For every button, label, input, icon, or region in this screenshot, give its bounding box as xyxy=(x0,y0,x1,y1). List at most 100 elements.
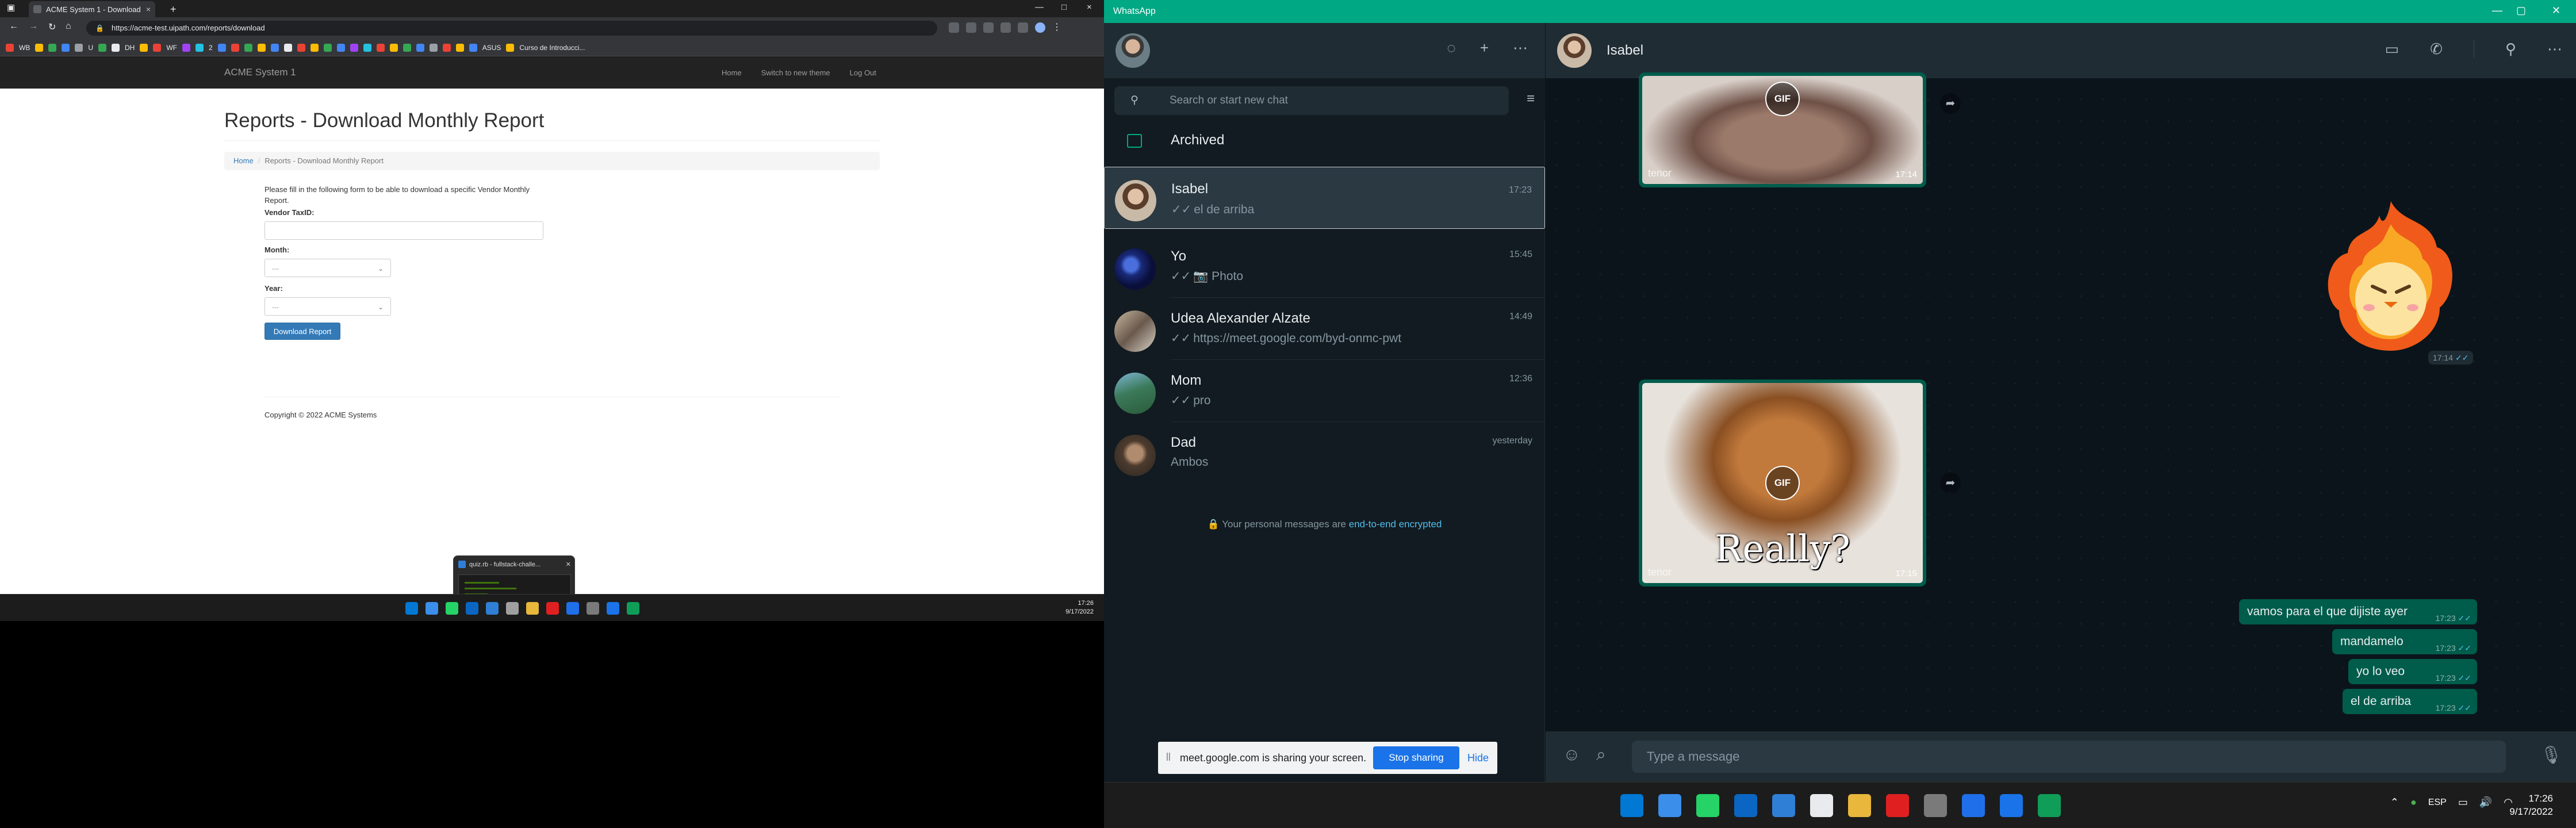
address-bar[interactable]: 🔒 https://acme-test.uipath.com/reports/d… xyxy=(86,21,937,36)
bookmark-icon[interactable] xyxy=(389,43,398,52)
archived-row[interactable]: Archived xyxy=(1104,120,1545,162)
close-window-button[interactable]: × xyxy=(1087,2,1092,12)
taskbar-app-icon[interactable] xyxy=(526,602,539,615)
bookmark-icon[interactable] xyxy=(323,43,332,52)
breadcrumb-home-link[interactable]: Home xyxy=(233,156,254,165)
profile-avatar[interactable] xyxy=(1035,22,1045,33)
stop-sharing-button[interactable]: Stop sharing xyxy=(1373,746,1459,769)
bookmark-icon[interactable] xyxy=(75,43,83,52)
bookmark-icon[interactable] xyxy=(283,43,292,52)
bookmark-icon[interactable] xyxy=(455,43,464,52)
taskbar-app-icon[interactable] xyxy=(1620,794,1643,817)
battery-icon[interactable]: ▭ xyxy=(2458,796,2468,808)
bookmark-icon[interactable] xyxy=(257,43,266,52)
bookmark-icon[interactable] xyxy=(416,43,424,52)
message-bubble[interactable]: vamos para el que dijiste ayer 17:23 ✓✓ xyxy=(2239,599,2477,624)
microphone-icon[interactable]: 🎙 xyxy=(2540,745,2562,765)
bookmark-icon[interactable] xyxy=(98,43,107,52)
hide-share-bar-button[interactable]: Hide xyxy=(1467,752,1489,764)
taskbar-app-icon[interactable] xyxy=(466,602,478,615)
contact-avatar[interactable] xyxy=(1557,33,1592,68)
back-icon[interactable]: ← xyxy=(9,21,18,32)
new-tab-button[interactable]: + xyxy=(170,3,177,16)
bookmark-icon[interactable] xyxy=(336,43,345,52)
reload-icon[interactable]: ↻ xyxy=(48,21,56,33)
download-report-button[interactable]: Download Report xyxy=(264,323,340,340)
contact-name[interactable]: Isabel xyxy=(1607,43,1643,59)
taskbar-app-icon[interactable] xyxy=(1886,794,1909,817)
message-bubble[interactable]: yo lo veo 17:23 ✓✓ xyxy=(2348,659,2477,684)
gif-message[interactable]: GIF tenor 17:14 xyxy=(1639,72,1926,187)
bookmark-label[interactable]: U xyxy=(88,44,93,52)
bookmark-icon[interactable] xyxy=(6,43,14,52)
bookmark-icon[interactable] xyxy=(231,43,239,52)
bookmark-label[interactable]: ASUS xyxy=(482,44,501,52)
browser-tab[interactable]: ACME System 1 - Download Mo... × xyxy=(29,1,155,17)
message-bubble[interactable]: mandamelo 17:23 ✓✓ xyxy=(2332,629,2477,654)
tab-close-icon[interactable]: × xyxy=(146,5,151,14)
minimize-button[interactable]: — xyxy=(1035,2,1044,12)
bookmark-icon[interactable] xyxy=(310,43,319,52)
taskbar-app-icon[interactable] xyxy=(586,602,599,615)
menu-dots-icon[interactable]: ⋯ xyxy=(2547,40,2562,58)
taskbar-preview-thumbnail[interactable]: quiz.rb - fullstack-challe... ✕ xyxy=(453,555,575,594)
vendor-taxid-input[interactable] xyxy=(264,221,543,240)
taskbar-app-icon[interactable] xyxy=(486,602,499,615)
gif-message[interactable]: GIF Really? tenor 17:15 xyxy=(1639,379,1926,586)
volume-icon[interactable]: 🔊 xyxy=(2479,796,2492,808)
bookmark-icon[interactable] xyxy=(270,43,279,52)
extension-icon[interactable] xyxy=(1000,22,1011,33)
forward-icon[interactable]: ➦ xyxy=(1940,93,1961,114)
status-icon[interactable]: ◌ xyxy=(1447,39,1455,57)
extension-icon[interactable] xyxy=(983,22,994,33)
taskbar-app-icon[interactable] xyxy=(1658,794,1681,817)
bookmark-icon[interactable] xyxy=(153,43,162,52)
chat-item-isabel[interactable]: Isabel 17:23 ✓✓ el de arriba xyxy=(1104,167,1545,229)
bookmark-icon[interactable] xyxy=(195,43,204,52)
encryption-link[interactable]: end-to-end encrypted xyxy=(1349,519,1442,530)
taskbar-app-icon[interactable] xyxy=(1924,794,1947,817)
taskbar-app-icon[interactable] xyxy=(506,602,519,615)
month-select[interactable]: --- ⌄ xyxy=(264,259,391,277)
bookmark-label[interactable]: WF xyxy=(166,44,177,52)
right-clock[interactable]: 17:26 9/17/2022 xyxy=(2509,792,2553,818)
language-indicator[interactable]: ESP xyxy=(2428,798,2447,808)
chevron-up-icon[interactable]: ⌃ xyxy=(2390,796,2399,808)
bookmark-icon[interactable] xyxy=(350,43,358,52)
taskbar-app-icon[interactable] xyxy=(2000,794,2023,817)
extension-icon[interactable] xyxy=(966,22,976,33)
bookmark-icon[interactable] xyxy=(217,43,226,52)
nav-switch-theme-link[interactable]: Switch to new theme xyxy=(761,68,830,77)
taskbar-app-icon[interactable] xyxy=(1734,794,1757,817)
forward-icon[interactable]: → xyxy=(29,21,38,32)
taskbar-app-icon[interactable] xyxy=(2038,794,2061,817)
taskbar-app-icon[interactable] xyxy=(1810,794,1833,817)
filter-icon[interactable]: ≡ xyxy=(1527,91,1535,107)
taskbar-app-icon[interactable] xyxy=(627,602,639,615)
bookmark-icon[interactable] xyxy=(112,43,120,52)
extension-icon[interactable] xyxy=(949,22,959,33)
maximize-button[interactable]: □ xyxy=(1061,2,1067,12)
close-icon[interactable]: ✕ xyxy=(566,561,571,568)
bookmark-icon[interactable] xyxy=(297,43,305,52)
message-input[interactable]: Type a message xyxy=(1632,741,2506,773)
search-input[interactable]: ⚲ Search or start new chat xyxy=(1114,86,1509,115)
attach-icon[interactable]: ⌕ xyxy=(1596,745,1606,765)
chat-item-mom[interactable]: Mom 12:36 ✓✓ pro xyxy=(1104,360,1545,422)
new-chat-icon[interactable]: + xyxy=(1480,39,1489,57)
chat-item-udea-alexander-alzate[interactable]: Udea Alexander Alzate 14:49 ✓✓ https://me… xyxy=(1104,298,1545,360)
bookmark-icon[interactable] xyxy=(140,43,148,52)
bookmark-label[interactable]: WB xyxy=(19,44,30,52)
taskbar-app-icon[interactable] xyxy=(1848,794,1871,817)
message-bubble[interactable]: el de arriba 17:23 ✓✓ xyxy=(2343,689,2477,714)
site-brand[interactable]: ACME System 1 xyxy=(224,67,296,78)
taskbar-app-icon[interactable] xyxy=(1772,794,1795,817)
bookmark-label[interactable]: Curso de Introducci... xyxy=(519,44,585,52)
year-select[interactable]: --- ⌄ xyxy=(264,297,391,316)
bookmark-label[interactable]: DH xyxy=(125,44,135,52)
close-window-button[interactable]: ✕ xyxy=(2552,5,2560,17)
nav-logout-link[interactable]: Log Out xyxy=(850,68,876,77)
my-avatar[interactable] xyxy=(1116,33,1150,68)
taskbar-app-icon[interactable] xyxy=(405,602,418,615)
bookmark-icon[interactable] xyxy=(469,43,477,52)
